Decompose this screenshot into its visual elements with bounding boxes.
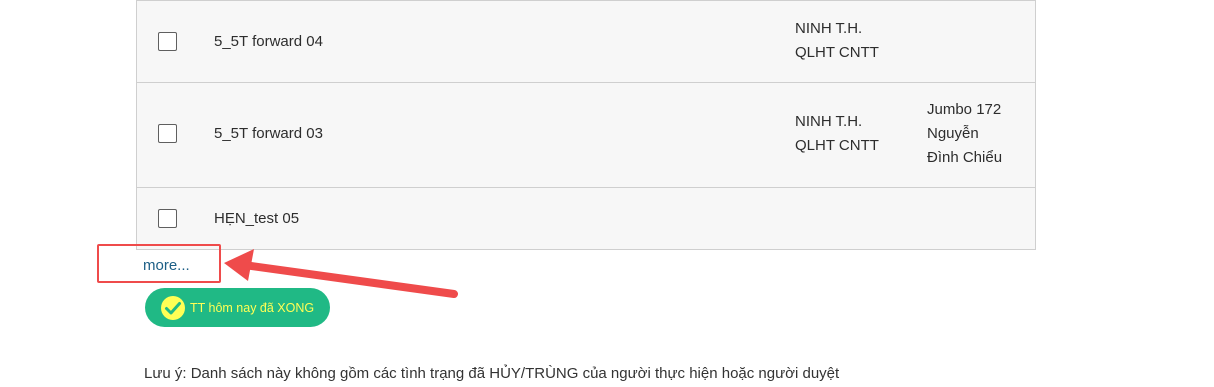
row-title[interactable]: 5_5T forward 04 xyxy=(214,33,323,50)
task-table: 5_5T forward 04 NINH T.H. QLHT CNTT 5_5T… xyxy=(136,0,1036,250)
footnote: Lưu ý: Danh sách này không gồm các tình … xyxy=(144,365,840,382)
done-today-button[interactable]: TT hôm nay đã XONG xyxy=(145,288,330,327)
row-checkbox[interactable] xyxy=(158,32,177,51)
done-today-label: TT hôm nay đã XONG xyxy=(190,300,315,315)
row-title[interactable]: HẸN_test 05 xyxy=(214,210,299,227)
more-link[interactable]: more... xyxy=(143,257,190,274)
location-line: Đình Chiểu xyxy=(927,149,1003,166)
row-title[interactable]: 5_5T forward 03 xyxy=(214,125,323,142)
assignee-name: NINH T.H. xyxy=(795,113,863,130)
row-location: Jumbo 172 Nguyễn Đình Chiểu xyxy=(927,98,1002,170)
assignee-name: NINH T.H. xyxy=(795,20,863,37)
location-line: Nguyễn xyxy=(927,125,979,142)
row-checkbox[interactable] xyxy=(158,124,177,143)
row-checkbox[interactable] xyxy=(158,209,177,228)
location-line: Jumbo 172 xyxy=(927,101,1002,118)
row-assignee: NINH T.H. QLHT CNTT xyxy=(795,110,879,158)
table-row[interactable]: 5_5T forward 04 NINH T.H. QLHT CNTT xyxy=(137,0,1035,82)
check-circle-icon xyxy=(161,295,185,320)
table-row[interactable]: 5_5T forward 03 NINH T.H. QLHT CNTT Jumb… xyxy=(137,82,1035,187)
table-row[interactable]: HẸN_test 05 xyxy=(137,187,1035,249)
assignee-dept: QLHT CNTT xyxy=(795,44,879,61)
assignee-dept: QLHT CNTT xyxy=(795,137,879,154)
row-assignee: NINH T.H. QLHT CNTT xyxy=(795,17,879,65)
page: 5_5T forward 04 NINH T.H. QLHT CNTT 5_5T… xyxy=(0,0,1214,387)
